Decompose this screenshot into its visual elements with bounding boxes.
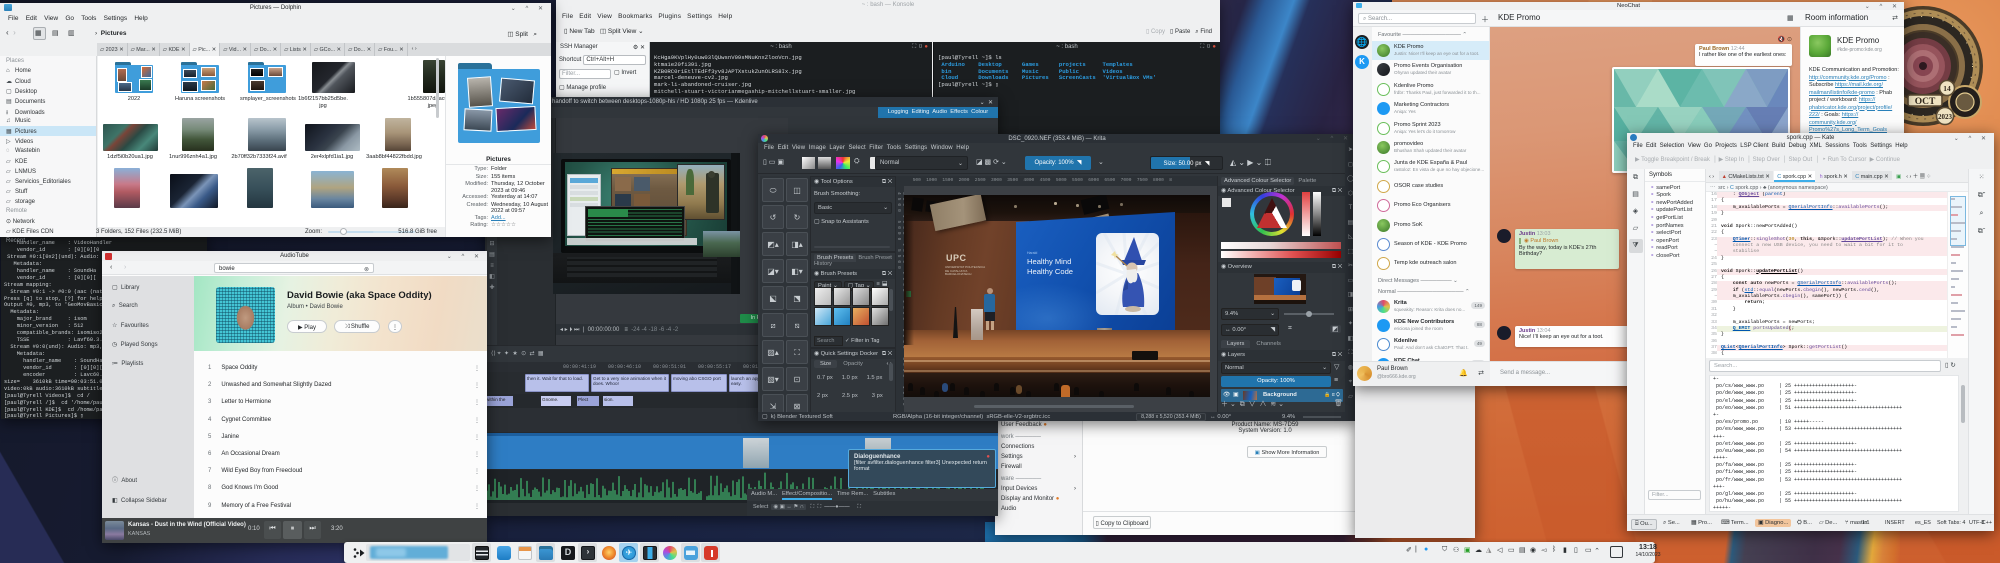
svg-text:2023: 2023	[1938, 113, 1953, 121]
svg-text:OCT: OCT	[1915, 97, 1936, 107]
svg-text:14: 14	[1943, 84, 1951, 93]
